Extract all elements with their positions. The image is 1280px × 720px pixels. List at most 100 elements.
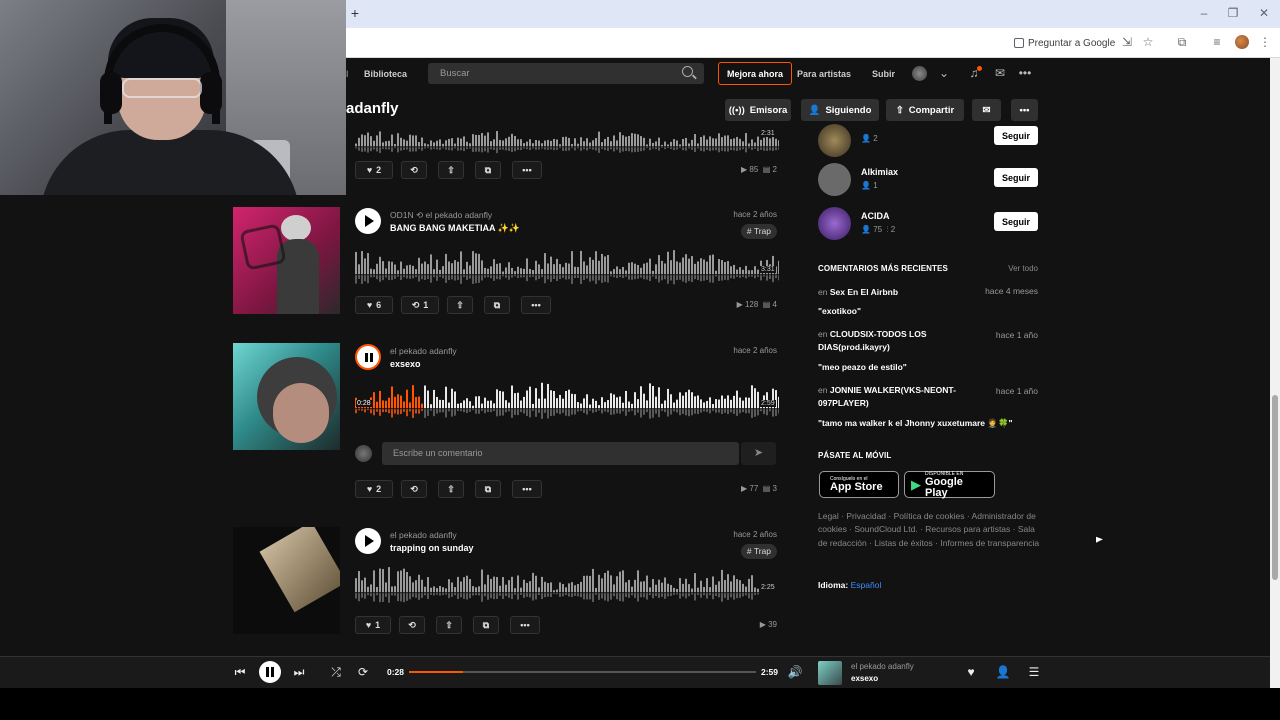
- station-button[interactable]: ((•)) Emisora: [725, 99, 791, 121]
- following-button[interactable]: 👤 Siguiendo: [801, 99, 879, 121]
- messages-icon[interactable]: ✉: [993, 66, 1007, 80]
- like-button[interactable]: ♥ 2: [355, 161, 393, 179]
- nav-for-artists[interactable]: Para artistas: [797, 69, 851, 79]
- waveform-reflection: [502, 593, 504, 599]
- previous-icon[interactable]: ⏮: [232, 664, 248, 680]
- track-artist[interactable]: OD1N ⟲ el pekado adanfly: [390, 210, 492, 221]
- media-controls-icon[interactable]: ≡: [1210, 35, 1224, 49]
- message-button[interactable]: ✉: [972, 99, 1001, 121]
- language-selector[interactable]: Idioma: Español: [818, 580, 881, 590]
- copy-link-button[interactable]: ⧉: [473, 616, 499, 634]
- track-title[interactable]: exsexo: [390, 359, 421, 369]
- track-more-button[interactable]: •••: [512, 480, 542, 498]
- copy-link-button[interactable]: ⧉: [484, 296, 510, 314]
- player-title[interactable]: exsexo: [851, 674, 878, 683]
- follow-button[interactable]: Seguir: [994, 126, 1038, 145]
- language-value[interactable]: Español: [851, 580, 882, 590]
- extensions-icon[interactable]: ⧉: [1175, 35, 1189, 49]
- view-all-link[interactable]: Ver todo: [1008, 264, 1038, 273]
- player-progress-bar[interactable]: [409, 671, 756, 673]
- google-play-badge[interactable]: ▶ DISPONIBLE EN Google Play: [904, 471, 995, 498]
- comment-input[interactable]: Escribe un comentario: [382, 442, 739, 465]
- repost-button[interactable]: ⟲: [399, 616, 425, 634]
- genre-tag[interactable]: # Trap: [740, 544, 777, 559]
- close-icon[interactable]: ✕: [1257, 6, 1271, 20]
- comment-context[interactable]: en JONNIE WALKER(VKS-NEONT-097PLAYER): [818, 384, 968, 410]
- waveform[interactable]: [355, 247, 779, 287]
- repost-button[interactable]: ⟲: [401, 480, 427, 498]
- repost-button[interactable]: ⟲ 1: [401, 296, 439, 314]
- like-button[interactable]: ♥ 2: [355, 480, 393, 498]
- bookmark-star-icon[interactable]: ☆: [1141, 35, 1155, 49]
- browser-menu-icon[interactable]: ⋮: [1258, 35, 1272, 49]
- nav-library[interactable]: Biblioteca: [364, 69, 407, 79]
- waveform[interactable]: [355, 381, 779, 421]
- track-more-button[interactable]: •••: [510, 616, 540, 634]
- user-name[interactable]: Alkimiax: [861, 167, 898, 177]
- track-title[interactable]: trapping on sunday: [390, 543, 474, 553]
- follow-button[interactable]: Seguir: [994, 168, 1038, 187]
- new-tab-button[interactable]: +: [348, 5, 362, 21]
- upgrade-button[interactable]: Mejora ahora: [718, 62, 792, 85]
- page-scrollbar[interactable]: [1270, 58, 1280, 690]
- share-track-button[interactable]: ⇧: [436, 616, 462, 634]
- nav-upload[interactable]: Subir: [872, 69, 895, 79]
- comment-context[interactable]: en Sex En El Airbnb: [818, 286, 968, 299]
- like-button[interactable]: ♥ 6: [355, 296, 393, 314]
- minimize-icon[interactable]: –: [1197, 6, 1211, 20]
- next-icon[interactable]: ⏭: [291, 664, 307, 680]
- waveform-bar: [451, 388, 453, 409]
- track-more-button[interactable]: •••: [521, 296, 551, 314]
- player-pause-button[interactable]: [259, 661, 281, 683]
- search-icon[interactable]: [682, 66, 693, 77]
- repeat-icon[interactable]: ⟳: [355, 664, 371, 680]
- browser-address-bar[interactable]: [346, 28, 1280, 58]
- avatar[interactable]: [818, 163, 851, 196]
- track-title[interactable]: BANG BANG MAKETIAA ✨✨: [390, 223, 520, 234]
- user-avatar[interactable]: [912, 66, 927, 81]
- ask-google-button[interactable]: Preguntar a Google: [1014, 34, 1115, 52]
- track-artist[interactable]: el pekado adanfly: [390, 346, 457, 356]
- copy-link-button[interactable]: ⧉: [475, 161, 501, 179]
- share-track-button[interactable]: ⇧: [438, 480, 464, 498]
- player-artist[interactable]: el pekado adanfly: [851, 662, 914, 671]
- player-follow-icon[interactable]: 👤: [995, 664, 1011, 680]
- shuffle-icon[interactable]: ⤮: [328, 664, 344, 680]
- play-button[interactable]: [355, 528, 381, 554]
- avatar[interactable]: [818, 207, 851, 240]
- user-name[interactable]: ACIDA: [861, 211, 890, 221]
- player-artwork[interactable]: [818, 661, 842, 685]
- footer-links[interactable]: Legal · Privacidad · Política de cookies…: [818, 510, 1040, 550]
- track-artist[interactable]: el pekado adanfly: [390, 530, 457, 540]
- share-track-button[interactable]: ⇧: [438, 161, 464, 179]
- pause-button[interactable]: [355, 344, 381, 370]
- follow-button[interactable]: Seguir: [994, 212, 1038, 231]
- restore-icon[interactable]: ❐: [1226, 6, 1240, 20]
- profile-more-button[interactable]: •••: [1011, 99, 1038, 121]
- waveform-bar: [382, 569, 384, 593]
- install-icon[interactable]: ⇲: [1120, 35, 1134, 49]
- genre-tag[interactable]: # Trap: [740, 224, 777, 239]
- play-button[interactable]: [355, 208, 381, 234]
- chevron-down-icon[interactable]: ⌄: [937, 66, 951, 80]
- track-more-button[interactable]: •••: [512, 161, 542, 179]
- app-store-badge[interactable]: Consíguelo en el App Store: [819, 471, 899, 498]
- player-like-icon[interactable]: ♥: [963, 664, 979, 680]
- more-options-icon[interactable]: •••: [1018, 66, 1032, 80]
- waveform[interactable]: [355, 565, 759, 605]
- repost-button[interactable]: ⟲: [401, 161, 427, 179]
- send-icon[interactable]: ➤: [741, 442, 776, 465]
- track-artwork[interactable]: [233, 343, 340, 450]
- volume-icon[interactable]: 🔊: [787, 664, 803, 680]
- browser-profile-avatar[interactable]: [1235, 35, 1249, 49]
- share-button[interactable]: ⇧ Compartir: [886, 99, 964, 121]
- queue-icon[interactable]: ☰: [1026, 664, 1042, 680]
- avatar[interactable]: [818, 124, 851, 157]
- scrollbar-thumb[interactable]: [1272, 395, 1278, 580]
- track-artwork[interactable]: [233, 207, 340, 314]
- comment-context[interactable]: en CLOUDSIX-TODOS LOS DIAS(prod.ikayry): [818, 328, 968, 354]
- track-artwork[interactable]: [233, 527, 340, 634]
- like-button[interactable]: ♥ 1: [355, 616, 391, 634]
- copy-link-button[interactable]: ⧉: [475, 480, 501, 498]
- share-track-button[interactable]: ⇧: [447, 296, 473, 314]
